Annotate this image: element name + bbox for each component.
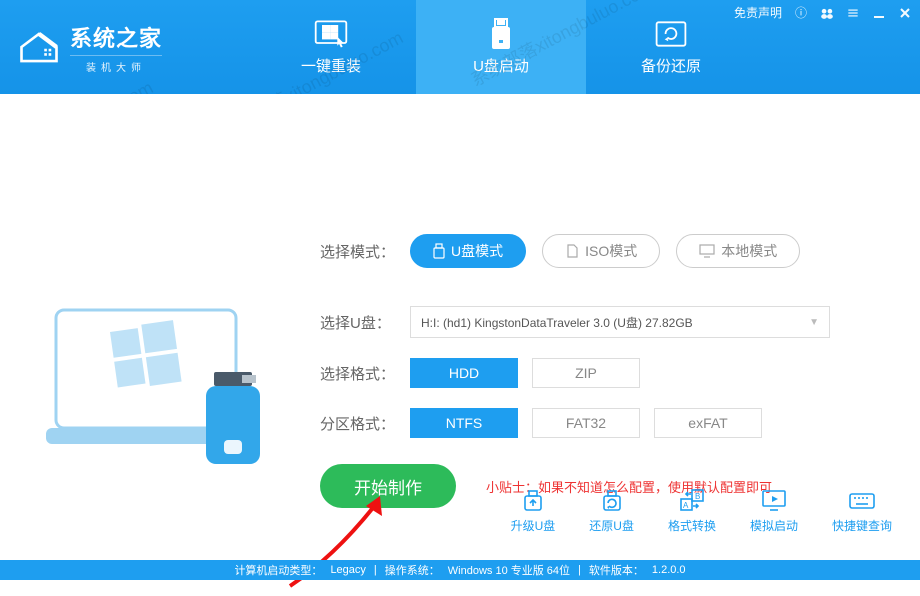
config-panel: 选择模式： U盘模式 ISO模式 本地模式 选择U盘： H:I: (hd1) K… <box>320 234 880 528</box>
disclaimer-link[interactable]: 免责声明 <box>734 4 782 21</box>
usb-icon <box>433 243 445 259</box>
boot-type-value: Legacy <box>326 564 369 576</box>
drive-label: 选择U盘： <box>320 312 410 333</box>
keyboard-icon <box>848 488 876 512</box>
fa-label: 快捷键查询 <box>832 517 892 534</box>
partition-label: 分区格式： <box>320 413 410 434</box>
mode-btn-label: 本地模式 <box>721 241 777 261</box>
tab-label: 备份还原 <box>641 55 701 76</box>
fa-label: 格式转换 <box>668 517 716 534</box>
fa-label: 还原U盘 <box>589 517 634 534</box>
window-controls: 免责声明 ⓘ <box>734 4 912 21</box>
svg-text:A: A <box>683 501 689 510</box>
convert-icon: AB <box>678 488 706 512</box>
house-logo-icon <box>18 29 60 65</box>
windows-cursor-icon <box>313 19 349 49</box>
app-title: 系统之家 <box>70 21 162 53</box>
tab-label: U盘启动 <box>473 55 529 76</box>
chevron-down-icon: ▼ <box>809 317 819 328</box>
usb-up-icon <box>519 488 547 512</box>
tab-label: 一键重装 <box>301 55 361 76</box>
mode-local-button[interactable]: 本地模式 <box>676 234 800 268</box>
os-value: Windows 10 专业版 64位 <box>444 562 574 578</box>
fa-label: 升级U盘 <box>511 517 556 534</box>
monitor-play-icon <box>760 488 788 512</box>
format-zip-button[interactable]: ZIP <box>532 358 640 388</box>
mode-usb-button[interactable]: U盘模式 <box>410 234 526 268</box>
tab-reinstall[interactable]: 一键重装 <box>246 0 416 94</box>
status-bar: 计算机启动类型： Legacy | 操作系统： Windows 10 专业版 6… <box>0 560 920 580</box>
main-body: 选择模式： U盘模式 ISO模式 本地模式 选择U盘： H:I: (hd1) K… <box>0 94 920 560</box>
minimize-icon[interactable] <box>872 6 886 20</box>
user-icon[interactable] <box>820 6 834 20</box>
usb-refresh-icon <box>598 488 626 512</box>
laptop-usb-illustration <box>46 302 276 472</box>
partition-exfat-button[interactable]: exFAT <box>654 408 762 438</box>
mode-btn-label: U盘模式 <box>451 241 503 261</box>
logo: 系统之家 装机大师 <box>0 0 186 94</box>
mode-label: 选择模式： <box>320 241 410 262</box>
restore-usb-button[interactable]: 还原U盘 <box>589 488 634 534</box>
upgrade-usb-button[interactable]: 升级U盘 <box>511 488 556 534</box>
fa-label: 模拟启动 <box>750 517 798 534</box>
iso-file-icon <box>565 244 579 258</box>
hotkey-query-button[interactable]: 快捷键查询 <box>832 488 892 534</box>
mode-iso-button[interactable]: ISO模式 <box>542 234 660 268</box>
simulate-boot-button[interactable]: 模拟启动 <box>750 488 798 534</box>
close-icon[interactable] <box>898 6 912 20</box>
version-label: 软件版本： <box>585 562 648 578</box>
footer-actions: 升级U盘 还原U盘 AB 格式转换 模拟启动 快捷键查询 <box>511 488 892 534</box>
backup-icon <box>653 19 689 49</box>
start-create-button[interactable]: 开始制作 <box>320 464 456 508</box>
mode-btn-label: ISO模式 <box>585 241 637 261</box>
info-icon[interactable]: ⓘ <box>794 6 808 20</box>
svg-text:B: B <box>695 492 700 501</box>
app-subtitle: 装机大师 <box>70 55 162 74</box>
format-label: 选择格式： <box>320 363 410 384</box>
drive-select[interactable]: H:I: (hd1) KingstonDataTraveler 3.0 (U盘)… <box>410 306 830 338</box>
tab-usb-boot[interactable]: U盘启动 <box>416 0 586 94</box>
partition-ntfs-button[interactable]: NTFS <box>410 408 518 438</box>
monitor-icon <box>699 244 715 258</box>
drive-select-value: H:I: (hd1) KingstonDataTraveler 3.0 (U盘)… <box>421 314 693 331</box>
format-hdd-button[interactable]: HDD <box>410 358 518 388</box>
version-value: 1.2.0.0 <box>648 564 690 576</box>
tab-backup-restore[interactable]: 备份还原 <box>586 0 756 94</box>
format-convert-button[interactable]: AB 格式转换 <box>668 488 716 534</box>
partition-fat32-button[interactable]: FAT32 <box>532 408 640 438</box>
os-label: 操作系统： <box>381 562 444 578</box>
usb-drive-icon <box>483 19 519 49</box>
settings-icon[interactable] <box>846 6 860 20</box>
boot-type-label: 计算机启动类型： <box>230 562 326 578</box>
